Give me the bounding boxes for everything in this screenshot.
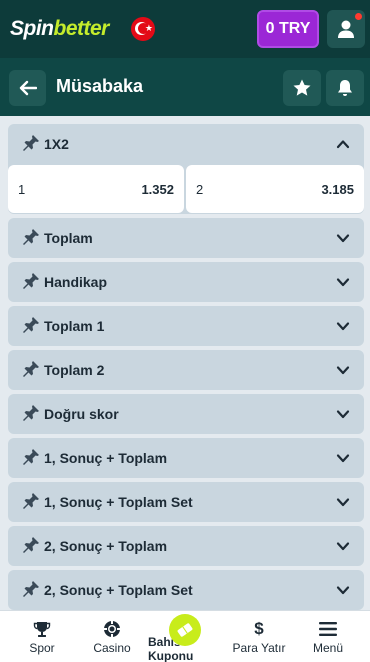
market-row[interactable]: 1, Sonuç + Toplam Set	[8, 482, 364, 522]
market-row[interactable]: Toplam 2	[8, 350, 364, 390]
market-row[interactable]: Toplam 1	[8, 306, 364, 346]
chevron-down-icon[interactable]	[336, 451, 350, 465]
outcome-odd: 1.352	[141, 181, 174, 197]
odds-row: 1 1.352 2 3.185	[8, 165, 364, 213]
market-name: 1X2	[44, 136, 69, 152]
market-name: 1, Sonuç + Toplam Set	[44, 494, 193, 510]
turkey-flag-icon[interactable]: ★	[130, 17, 155, 41]
chevron-down-icon[interactable]	[336, 539, 350, 553]
pin-icon[interactable]	[22, 360, 40, 378]
nav-label: Menü	[312, 641, 344, 655]
chevron-down-icon[interactable]	[336, 363, 350, 377]
pin-icon[interactable]	[22, 316, 40, 334]
nav-item-para-yatir[interactable]: $ Para Yatır	[222, 611, 296, 662]
outcome-odd: 3.185	[321, 181, 354, 197]
pin-icon[interactable]	[22, 134, 40, 152]
market-row[interactable]: Doğru skor	[8, 394, 364, 434]
market-name: Handikap	[44, 274, 108, 290]
dollar-icon: $	[254, 619, 264, 638]
user-account-button[interactable]	[327, 10, 365, 48]
logo-text-spin: Spin	[10, 17, 54, 40]
trophy-icon	[33, 622, 51, 637]
market-name: Toplam 2	[44, 362, 105, 378]
market-row[interactable]: Handikap	[8, 262, 364, 302]
bell-icon	[338, 80, 352, 96]
market-name: 2, Sonuç + Toplam Set	[44, 582, 193, 598]
market-1x2-expanded: 1X2 1 1.352 2 3.185	[8, 124, 364, 214]
nav-item-spor[interactable]: Spor	[5, 611, 79, 662]
nav-item-menu[interactable]: Menü	[291, 611, 365, 662]
bet-slip-button[interactable]	[169, 614, 201, 646]
balance-button[interactable]: 0 TRY	[257, 10, 319, 48]
nav-label: Spor	[29, 641, 55, 655]
outcome-name: 1	[18, 181, 26, 197]
pin-icon[interactable]	[22, 272, 40, 290]
market-row[interactable]: 2, Sonuç + Toplam	[8, 526, 364, 566]
market-name: Toplam	[44, 230, 93, 246]
pin-icon[interactable]	[22, 228, 40, 246]
chevron-down-icon[interactable]	[336, 231, 350, 245]
market-row[interactable]: 1, Sonuç + Toplam	[8, 438, 364, 478]
page-title: Müsabaka	[56, 76, 144, 96]
logo-text-better: better	[53, 17, 110, 40]
arrow-left-icon	[19, 80, 37, 96]
nav-label: Casino	[93, 641, 131, 655]
market-row[interactable]: Toplam	[8, 218, 364, 258]
outcome-name: 2	[196, 181, 204, 197]
market-name: 1, Sonuç + Toplam	[44, 450, 168, 466]
odd-button-1[interactable]: 1 1.352	[8, 165, 184, 213]
back-button[interactable]	[9, 70, 46, 106]
market-name: 2, Sonuç + Toplam	[44, 538, 168, 554]
market-header-1x2[interactable]: 1X2	[8, 124, 364, 164]
market-row[interactable]: 2, Sonuç + Toplam Set	[8, 570, 364, 610]
chevron-up-icon[interactable]	[336, 137, 350, 151]
pin-icon[interactable]	[22, 536, 40, 554]
market-name: Doğru skor	[44, 406, 119, 422]
chevron-down-icon[interactable]	[336, 319, 350, 333]
notification-dot	[355, 13, 362, 20]
pin-icon[interactable]	[22, 492, 40, 510]
favorite-button[interactable]	[283, 70, 321, 106]
poker-chip-icon	[104, 621, 120, 637]
nav-item-casino[interactable]: Casino	[75, 611, 149, 662]
odd-button-2[interactable]: 2 3.185	[186, 165, 364, 213]
pin-icon[interactable]	[22, 448, 40, 466]
spinbetter-logo[interactable]: Spin better	[10, 17, 109, 41]
menu-icon	[319, 622, 337, 636]
chevron-down-icon[interactable]	[336, 583, 350, 597]
notifications-button[interactable]	[326, 70, 364, 106]
nav-label: Para Yatır	[232, 641, 286, 655]
ticket-icon	[177, 623, 193, 637]
pin-icon[interactable]	[22, 580, 40, 598]
pin-icon[interactable]	[22, 404, 40, 422]
chevron-down-icon[interactable]	[336, 275, 350, 289]
chevron-down-icon[interactable]	[336, 495, 350, 509]
chevron-down-icon[interactable]	[336, 407, 350, 421]
user-icon	[338, 20, 354, 38]
star-icon	[293, 79, 311, 96]
market-name: Toplam 1	[44, 318, 105, 334]
